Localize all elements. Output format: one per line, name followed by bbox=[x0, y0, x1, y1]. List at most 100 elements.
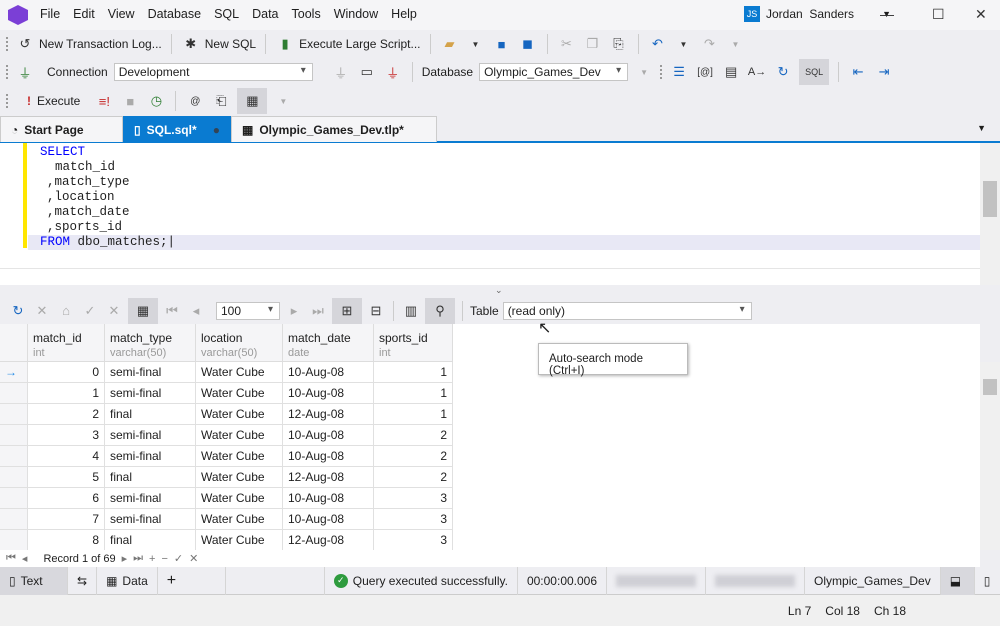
cell-match_date[interactable]: 10-Aug-08 bbox=[283, 425, 374, 446]
refresh-icon[interactable]: ↻ bbox=[8, 301, 28, 321]
add-tab-button[interactable]: + bbox=[158, 566, 226, 595]
cell-match_id[interactable]: 0 bbox=[28, 362, 105, 383]
export-icon[interactable]: ⎗ bbox=[211, 91, 231, 111]
editor-vertical-scrollbar[interactable] bbox=[980, 143, 1000, 285]
row-indicator[interactable] bbox=[0, 509, 28, 530]
toolbar-grip[interactable] bbox=[6, 94, 9, 108]
cell-match_date[interactable]: 12-Aug-08 bbox=[283, 530, 374, 550]
toolbar-grip[interactable] bbox=[6, 37, 9, 51]
menu-tools[interactable]: Tools bbox=[292, 7, 321, 21]
row-indicator[interactable]: → bbox=[0, 362, 28, 383]
cell-sports_id[interactable]: 3 bbox=[374, 488, 453, 509]
single-view-button[interactable]: ▯ bbox=[975, 567, 1000, 595]
cell-match_type[interactable]: final bbox=[105, 404, 196, 425]
cell-location[interactable]: Water Cube bbox=[196, 446, 283, 467]
data-tab[interactable]: ▦ Data bbox=[97, 566, 158, 595]
cell-match_type[interactable]: semi-final bbox=[105, 488, 196, 509]
refresh-icon[interactable]: ↻ bbox=[773, 62, 793, 82]
row-indicator[interactable] bbox=[0, 530, 28, 550]
text-tab[interactable]: ▯ Text bbox=[0, 566, 68, 595]
previous-page-icon[interactable]: ◂ bbox=[186, 301, 206, 321]
column-header-match_id[interactable]: match_id int bbox=[28, 324, 105, 362]
cell-location[interactable]: Water Cube bbox=[196, 488, 283, 509]
tab-start-page[interactable]: ◔ Start Page bbox=[0, 116, 123, 142]
row-indicator[interactable] bbox=[0, 488, 28, 509]
chevron-down-icon[interactable]: ▼ bbox=[466, 34, 486, 54]
editor-horizontal-scrollbar[interactable] bbox=[0, 268, 980, 285]
cell-match_date[interactable]: 10-Aug-08 bbox=[283, 362, 374, 383]
cell-location[interactable]: Water Cube bbox=[196, 530, 283, 550]
cell-match_type[interactable]: semi-final bbox=[105, 446, 196, 467]
save-icon[interactable]: ■ bbox=[492, 34, 512, 54]
terminal-icon[interactable]: ▭ bbox=[357, 62, 377, 82]
cell-match_id[interactable]: 6 bbox=[28, 488, 105, 509]
redo-icon[interactable]: ↷ bbox=[700, 34, 720, 54]
next-record-icon[interactable]: ▸ bbox=[122, 552, 128, 565]
cancel-icon[interactable]: ✕ bbox=[104, 301, 124, 321]
undo-icon[interactable]: ↶ bbox=[648, 34, 668, 54]
cut-icon[interactable]: ✂ bbox=[557, 34, 577, 54]
last-record-icon[interactable]: ⏭ bbox=[133, 552, 143, 565]
menu-file[interactable]: File bbox=[40, 7, 60, 21]
outdent-icon[interactable]: ⇤ bbox=[848, 62, 868, 82]
chevron-down-icon[interactable]: ▼ bbox=[726, 34, 746, 54]
menu-database[interactable]: Database bbox=[148, 7, 202, 21]
connect-icon[interactable]: ⏚ bbox=[331, 62, 351, 82]
menu-sql[interactable]: SQL bbox=[214, 7, 239, 21]
remove-record-icon[interactable]: − bbox=[161, 553, 167, 565]
add-record-icon[interactable]: + bbox=[149, 553, 155, 565]
cell-sports_id[interactable]: 1 bbox=[374, 404, 453, 425]
first-record-icon[interactable]: ⏮ bbox=[6, 552, 16, 565]
next-page-icon[interactable]: ▸ bbox=[284, 301, 304, 321]
toolbar-grip[interactable] bbox=[6, 65, 9, 79]
grid-output-icon[interactable]: ▦ bbox=[237, 88, 268, 114]
cell-match_date[interactable]: 10-Aug-08 bbox=[283, 383, 374, 404]
cell-match_id[interactable]: 5 bbox=[28, 467, 105, 488]
minimize-button[interactable]: — bbox=[880, 6, 894, 22]
menu-view[interactable]: View bbox=[108, 7, 135, 21]
new-sql-button[interactable]: ✱ New SQL bbox=[181, 34, 256, 54]
parameters-icon[interactable]: [@] bbox=[695, 62, 715, 82]
execute-button[interactable]: ! Execute bbox=[27, 94, 80, 108]
cell-sports_id[interactable]: 2 bbox=[374, 446, 453, 467]
history-icon[interactable]: ◷ bbox=[146, 91, 166, 111]
cell-location[interactable]: Water Cube bbox=[196, 362, 283, 383]
cell-match_id[interactable]: 1 bbox=[28, 383, 105, 404]
paste-icon[interactable]: ⎘ bbox=[609, 34, 629, 54]
first-page-icon[interactable]: ⏮ bbox=[162, 301, 182, 321]
cell-location[interactable]: Water Cube bbox=[196, 425, 283, 446]
last-page-icon[interactable]: ⏭ bbox=[308, 301, 328, 321]
cell-match_type[interactable]: semi-final bbox=[105, 425, 196, 446]
cell-match_type[interactable]: semi-final bbox=[105, 509, 196, 530]
column-header-match_type[interactable]: match_type varchar(50) bbox=[105, 324, 196, 362]
column-header-sports_id[interactable]: sports_id int bbox=[374, 324, 453, 362]
cell-match_type[interactable]: semi-final bbox=[105, 383, 196, 404]
row-indicator[interactable] bbox=[0, 383, 28, 404]
indent-icon[interactable]: ⇥ bbox=[874, 62, 894, 82]
new-transaction-log-button[interactable]: ↺ New Transaction Log... bbox=[15, 34, 162, 54]
splitter-chevron-icon[interactable]: ⌄ bbox=[495, 285, 503, 296]
copy-icon[interactable]: ❐ bbox=[583, 34, 603, 54]
cell-match_type[interactable]: semi-final bbox=[105, 362, 196, 383]
menu-help[interactable]: Help bbox=[391, 7, 417, 21]
row-indicator[interactable] bbox=[0, 404, 28, 425]
columns-icon[interactable]: ▥ bbox=[401, 301, 421, 321]
cell-match_date[interactable]: 10-Aug-08 bbox=[283, 446, 374, 467]
menu-data[interactable]: Data bbox=[252, 7, 278, 21]
cell-location[interactable]: Water Cube bbox=[196, 383, 283, 404]
sql-editor[interactable]: SELECT match_id ,match_type ,location ,m… bbox=[0, 143, 980, 268]
column-header-location[interactable]: location varchar(50) bbox=[196, 324, 283, 362]
format-icon[interactable]: ☰ bbox=[669, 62, 689, 82]
cell-sports_id[interactable]: 3 bbox=[374, 530, 453, 550]
user-menu[interactable]: JS Jordan Sanders ▼ bbox=[744, 6, 891, 22]
cell-location[interactable]: Water Cube bbox=[196, 467, 283, 488]
split-view-button[interactable]: ⬓ bbox=[940, 566, 975, 595]
cell-match_type[interactable]: final bbox=[105, 530, 196, 550]
chevron-down-icon[interactable]: ▼ bbox=[634, 62, 654, 82]
delete-icon[interactable]: ✕ bbox=[32, 301, 52, 321]
connection-select[interactable]: Development bbox=[113, 63, 313, 81]
cell-match_date[interactable]: 10-Aug-08 bbox=[283, 488, 374, 509]
chevron-down-icon[interactable]: ▼ bbox=[977, 123, 986, 133]
cell-match_id[interactable]: 8 bbox=[28, 530, 105, 550]
chevron-down-icon[interactable]: ▼ bbox=[674, 34, 694, 54]
